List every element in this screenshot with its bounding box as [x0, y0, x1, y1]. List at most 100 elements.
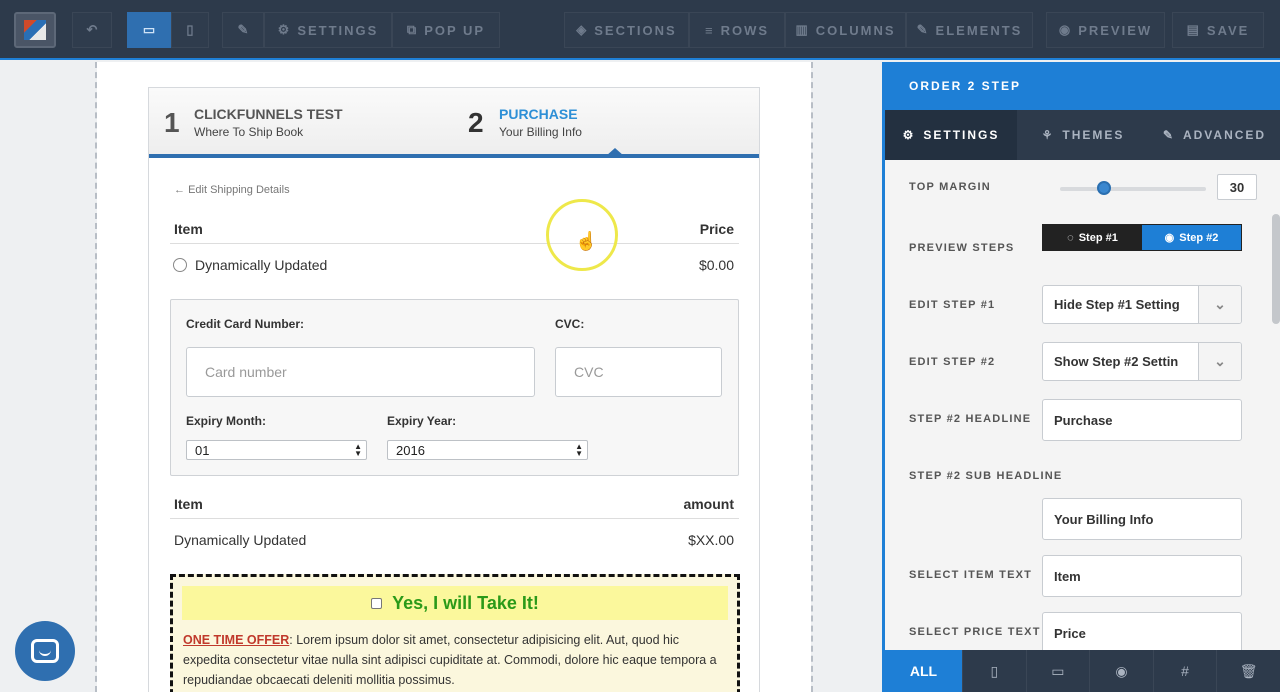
- sections-button[interactable]: ◈ SECTIONS: [564, 12, 689, 48]
- step-header: 1 CLICKFUNNELS TEST Where To Ship Book 2…: [149, 88, 759, 158]
- preview-step1-button[interactable]: ◌ Step #1: [1043, 225, 1142, 250]
- panel-title: ORDER 2 STEP: [885, 62, 1280, 110]
- gears-icon: ⚙: [277, 22, 290, 37]
- arrow-left-icon: ←: [174, 184, 189, 196]
- preview-step2-button[interactable]: ◉ Step #2: [1142, 225, 1241, 250]
- card-number-label: Credit Card Number:: [186, 317, 305, 331]
- edit-step2-select[interactable]: Show Step #2 Settin ⌄: [1042, 342, 1242, 381]
- select-arrows-icon: ▲ ▼: [354, 442, 362, 458]
- summary-amount-header: amount: [683, 496, 734, 512]
- expiry-month-value: 01: [195, 442, 210, 458]
- desktop-icon: ▭: [1051, 662, 1065, 679]
- undo-icon: ↶: [86, 22, 98, 37]
- product-radio[interactable]: [173, 258, 187, 272]
- chevron-down-icon: ⌄: [1198, 343, 1241, 380]
- tab-advanced-label: ADVANCED: [1182, 128, 1267, 142]
- save-button[interactable]: ▤ SAVE: [1172, 12, 1264, 48]
- order-bump-checkbox[interactable]: [371, 597, 383, 609]
- panel-scrollbar[interactable]: [1272, 214, 1280, 324]
- save-icon: ▤: [1186, 22, 1199, 37]
- eye-icon: ◉: [1058, 22, 1071, 37]
- expiry-month-select[interactable]: 01 ▲ ▼: [186, 440, 367, 460]
- delete-button[interactable]: 🗑: [1217, 650, 1280, 692]
- chat-widget-button[interactable]: [15, 621, 75, 681]
- step1-title[interactable]: CLICKFUNNELS TEST: [194, 106, 343, 122]
- editor-canvas: 1 CLICKFUNNELS TEST Where To Ship Book 2…: [0, 62, 882, 692]
- summary-amount: $XX.00: [688, 532, 734, 548]
- show-all-button[interactable]: ALL: [885, 650, 963, 692]
- show-all-label: ALL: [909, 663, 938, 679]
- top-margin-slider[interactable]: [1060, 187, 1206, 191]
- order-form-card[interactable]: 1 CLICKFUNNELS TEST Where To Ship Book 2…: [148, 87, 760, 692]
- cvc-input[interactable]: CVC: [555, 347, 722, 397]
- step2-subtitle: Your Billing Info: [499, 125, 582, 139]
- wrench-icon: ✎: [1162, 128, 1175, 142]
- step2-headline-label: STEP #2 HEADLINE: [909, 413, 1032, 425]
- credit-card-box: Credit Card Number: CVC: Card number CVC…: [170, 299, 739, 476]
- mobile-visibility-button[interactable]: ▯: [963, 650, 1027, 692]
- step1-number: 1: [164, 107, 180, 138]
- order-bump-headline: Yes, I will Take It!: [182, 586, 728, 620]
- rows-button[interactable]: ≡ ROWS: [689, 12, 785, 48]
- step2-headline-input[interactable]: Purchase: [1042, 399, 1242, 441]
- trash-icon: 🗑: [1239, 662, 1258, 679]
- edit-step1-label: EDIT STEP #1: [909, 299, 996, 311]
- edit-step2-label: EDIT STEP #2: [909, 356, 996, 368]
- preview-step2-label: Step #2: [1179, 231, 1219, 244]
- tools-button[interactable]: ✎: [222, 12, 264, 48]
- preview-button[interactable]: ◉ PREVIEW: [1046, 12, 1165, 48]
- select-price-text-input[interactable]: Price: [1042, 612, 1242, 654]
- step2-subheadline-input[interactable]: Your Billing Info: [1042, 498, 1242, 540]
- product-name: Dynamically Updated: [195, 257, 328, 273]
- wrench-icon: ✎: [916, 22, 928, 37]
- top-margin-slider-handle[interactable]: [1096, 181, 1111, 195]
- edit-shipping-link[interactable]: ← Edit Shipping Details: [174, 184, 290, 196]
- tab-settings[interactable]: ⚙ SETTINGS: [885, 110, 1017, 160]
- preview-visibility-button[interactable]: ◉: [1090, 650, 1154, 692]
- step2-number: 2: [468, 107, 484, 138]
- product-price: $0.00: [698, 257, 734, 273]
- panel-tabs: ⚙ SETTINGS ⚘ THEMES ✎ ADVANCED: [885, 110, 1280, 160]
- sections-label: SECTIONS: [594, 22, 677, 38]
- mobile-icon: ▯: [990, 662, 999, 679]
- preview-steps-label: PREVIEW STEPS: [909, 242, 1015, 254]
- edit-shipping-label: Edit Shipping Details: [188, 184, 290, 196]
- tab-themes[interactable]: ⚘ THEMES: [1017, 110, 1149, 160]
- mobile-view-button[interactable]: ▯: [171, 12, 209, 48]
- desktop-visibility-button[interactable]: ▭: [1027, 650, 1091, 692]
- cube-icon: ◈: [576, 22, 587, 37]
- elements-button[interactable]: ✎ ELEMENTS: [906, 12, 1033, 48]
- one-time-offer-label: ONE TIME OFFER: [183, 633, 290, 647]
- elements-label: ELEMENTS: [935, 22, 1023, 38]
- save-label: SAVE: [1206, 22, 1250, 38]
- app-logo[interactable]: [14, 12, 56, 48]
- select-item-text-input[interactable]: Item: [1042, 555, 1242, 597]
- edit-step1-select[interactable]: Hide Step #1 Setting ⌄: [1042, 285, 1242, 324]
- settings-label: SETTINGS: [297, 22, 379, 38]
- settings-panel: ORDER 2 STEP ⚙ SETTINGS ⚘ THEMES ✎ ADVANCED…: [882, 62, 1280, 692]
- right-guide-line: [811, 62, 813, 692]
- columns-label: COLUMNS: [815, 22, 896, 38]
- card-number-input[interactable]: Card number: [186, 347, 535, 397]
- divider: [170, 518, 739, 519]
- edit-step2-value: Show Step #2 Settin: [1054, 354, 1179, 369]
- top-toolbar: ↶ ▭ ▯ ✎ ⚙ SETTINGS ⧉ POP UP ◈ SECTIONS ≡ ROW…: [0, 0, 1280, 60]
- desktop-view-button[interactable]: ▭: [127, 12, 171, 48]
- tab-themes-label: THEMES: [1062, 128, 1125, 142]
- expiry-year-select[interactable]: 2016 ▲ ▼: [387, 440, 588, 460]
- top-margin-value[interactable]: 30: [1217, 174, 1257, 200]
- external-link-icon: ⧉: [406, 22, 417, 37]
- columns-button[interactable]: ▥ COLUMNS: [785, 12, 906, 48]
- order-bump-description: ONE TIME OFFER: Lorem ipsum dolor sit am…: [183, 630, 723, 690]
- mobile-icon: ▯: [186, 22, 194, 37]
- popup-button[interactable]: ⧉ POP UP: [392, 12, 500, 48]
- panel-bottom-bar: ALL ▯ ▭ ◉ # 🗑: [885, 650, 1280, 692]
- columns-icon: ▥: [795, 22, 808, 37]
- expiry-year-value: 2016: [396, 442, 425, 458]
- settings-button[interactable]: ⚙ SETTINGS: [264, 12, 392, 48]
- css-id-button[interactable]: #: [1154, 650, 1218, 692]
- step2-title[interactable]: PURCHASE: [499, 106, 578, 122]
- tab-advanced[interactable]: ✎ ADVANCED: [1149, 110, 1280, 160]
- chat-icon: [31, 639, 59, 663]
- undo-button[interactable]: ↶: [72, 12, 112, 48]
